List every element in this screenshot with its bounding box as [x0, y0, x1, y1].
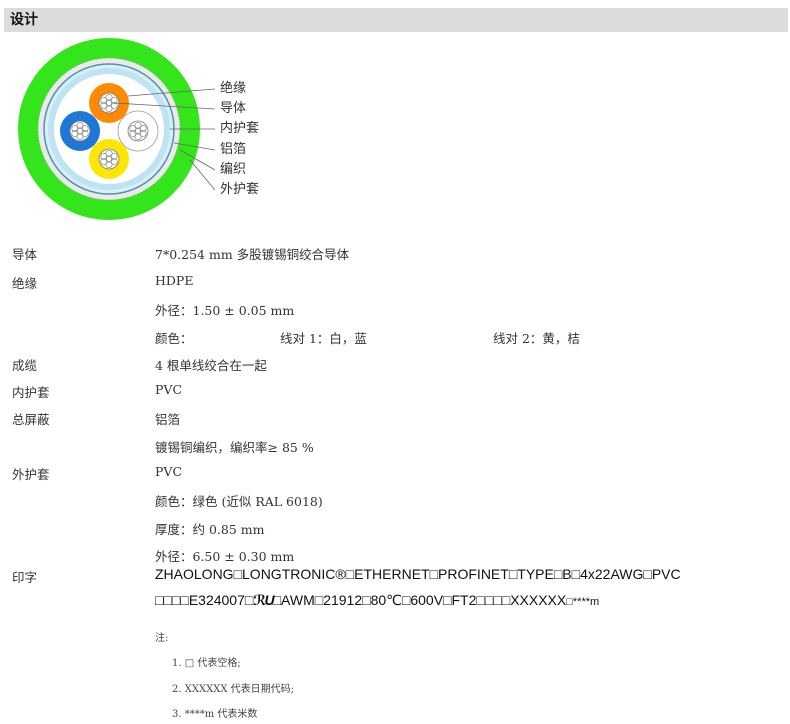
- callout-foil: 铝箔: [220, 142, 247, 157]
- note-item-2: 2. XXXXXX 代表日期代码;: [172, 684, 294, 695]
- spec-value-pair-1: 线对 1：白，蓝: [280, 331, 367, 346]
- spec-label-printing: 印字: [12, 570, 38, 585]
- printing-line-2: □□□□E324007□ℛU□AWM□21912□80℃□600V□FT2□□□…: [155, 592, 599, 609]
- spec-label-conductor: 导体: [12, 247, 38, 262]
- callout-inner-jacket: 内护套: [220, 121, 260, 136]
- spec-value-insulation-od: 外径：1.50 ± 0.05 mm: [155, 303, 295, 318]
- spec-value-outer-jacket: PVC: [155, 464, 183, 479]
- spec-label-overall-shield: 总屏蔽: [12, 412, 50, 427]
- spec-value-insulation-color: 颜色：: [155, 331, 193, 346]
- spec-value-braid: 镀锡铜编织，编织率≥ 85 %: [155, 440, 314, 455]
- printing-line-2a: □□□□E324007□: [155, 592, 254, 608]
- spec-value-insulation: HDPE: [155, 273, 194, 288]
- ul-recognized-mark: ℛU: [253, 592, 274, 608]
- core-blue: [60, 111, 100, 151]
- printing-line-2b: □AWM□21912□80℃□600V□FT2□□□□XXXXXX: [272, 592, 567, 608]
- spec-value-inner-jacket: PVC: [155, 382, 183, 397]
- core-white: [117, 110, 159, 152]
- notes-title: 注:: [155, 633, 169, 644]
- printing-line-2c: □****m: [566, 596, 600, 608]
- section-title: 设计: [10, 12, 38, 28]
- core-yellow: [89, 139, 129, 179]
- spec-label-insulation: 绝缘: [12, 276, 38, 291]
- spec-value-overall-shield: 铝箔: [155, 412, 181, 427]
- spec-value-outer-od: 外径：6.50 ± 0.30 mm: [155, 549, 295, 564]
- printing-line-1: ZHAOLONG□LONGTRONIC®□ETHERNET□PROFINET□T…: [155, 566, 681, 582]
- spec-label-inner-jacket: 内护套: [12, 385, 50, 400]
- note-item-1: 1. □ 代表空格;: [172, 658, 241, 669]
- cable-cross-section-diagram: [18, 38, 215, 220]
- spec-value-pair-2: 线对 2：黄，桔: [493, 331, 580, 346]
- callout-outer-jacket: 外护套: [220, 182, 260, 197]
- spec-value-outer-color: 颜色：绿色 (近似 RAL 6018): [155, 494, 323, 509]
- spec-value-outer-thickness: 厚度：约 0.85 mm: [155, 522, 265, 537]
- callout-insulation: 绝缘: [220, 81, 247, 96]
- spec-label-outer-jacket: 外护套: [12, 467, 50, 482]
- note-item-3: 3. ****m 代表米数: [172, 709, 258, 720]
- spec-value-conductor: 7*0.254 mm 多股镀锡铜绞合导体: [155, 247, 350, 262]
- core-orange: [89, 83, 129, 123]
- callout-braid: 编织: [220, 162, 247, 177]
- callout-conductor: 导体: [220, 101, 247, 116]
- spec-value-cabling: 4 根单线绞合在一起: [155, 358, 267, 373]
- spec-label-cabling: 成缆: [12, 358, 38, 373]
- section-header: 设计: [4, 8, 788, 32]
